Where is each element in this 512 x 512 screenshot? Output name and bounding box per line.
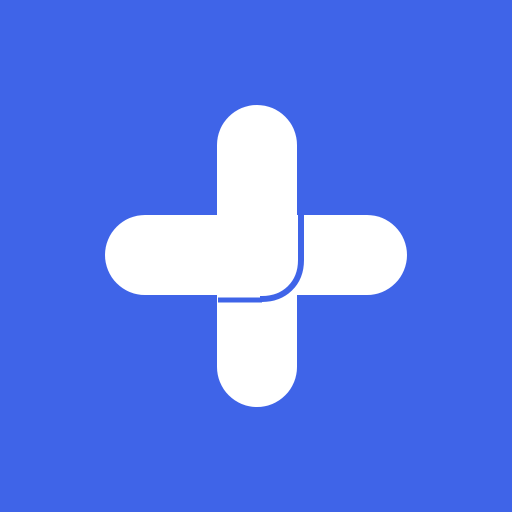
- logo-bar-bottom: [217, 212, 297, 407]
- app-icon-canvas: [0, 0, 512, 512]
- plus-logo-icon: [105, 105, 407, 407]
